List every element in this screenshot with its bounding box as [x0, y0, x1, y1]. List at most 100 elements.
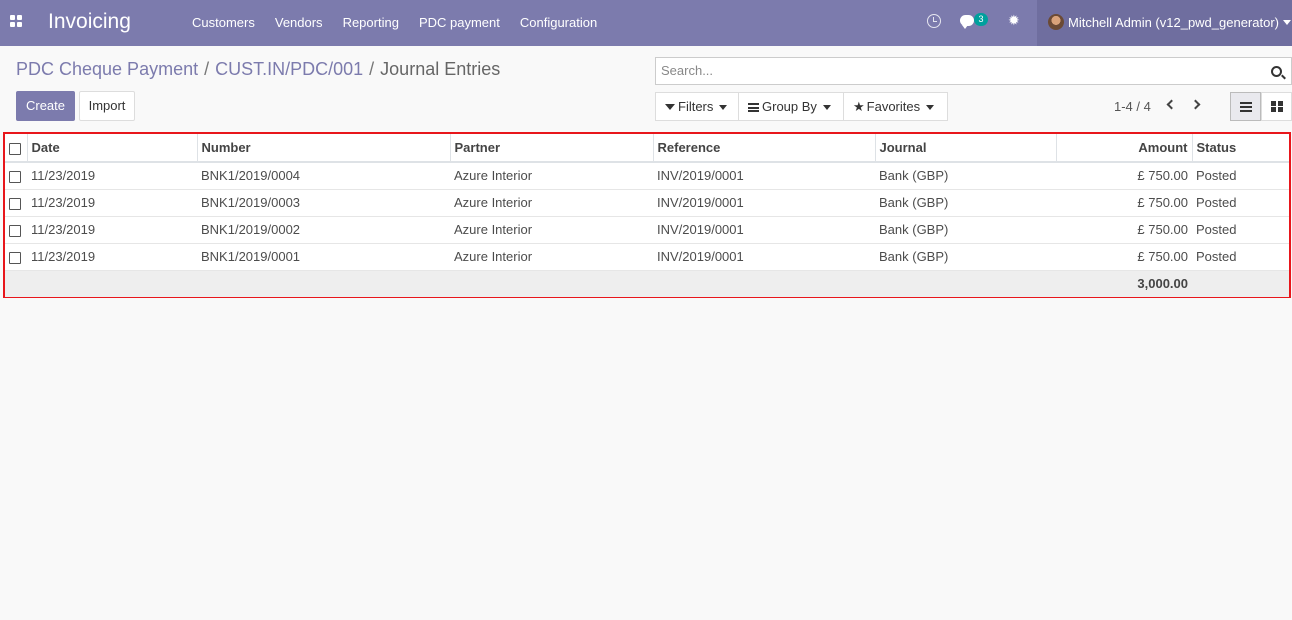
debug-bug-icon[interactable]: ✹ — [1008, 12, 1020, 29]
favorites-button[interactable]: ★ Favorites — [843, 92, 948, 121]
menu-item-pdc-payment[interactable]: PDC payment — [419, 15, 500, 30]
column-header-amount[interactable]: Amount — [1055, 134, 1192, 163]
row-checkbox[interactable] — [9, 170, 21, 183]
star-icon: ★ — [853, 99, 865, 114]
cell-status: Posted — [1192, 243, 1289, 271]
user-name: Mitchell Admin (v12_pwd_generator) — [1068, 15, 1279, 30]
main-menu: Customers Vendors Reporting PDC payment … — [192, 15, 617, 30]
cell-status: Posted — [1192, 216, 1289, 244]
kanban-view-button[interactable] — [1261, 92, 1292, 121]
cell-journal: Bank (GBP) — [875, 162, 1056, 190]
search-icon[interactable] — [1271, 66, 1282, 77]
caret-down-icon — [719, 105, 728, 111]
row-select-cell[interactable] — [5, 243, 27, 271]
select-all-cell[interactable] — [5, 134, 27, 163]
menu-item-reporting[interactable]: Reporting — [343, 15, 399, 30]
cell-reference: INV/2019/0001 — [653, 216, 875, 244]
menu-item-configuration[interactable]: Configuration — [520, 15, 597, 30]
journal-entries-table: Date Number Partner Reference Journal Am… — [5, 134, 1289, 297]
cell-reference: INV/2019/0001 — [653, 162, 875, 190]
breadcrumb-pdc-record[interactable]: CUST.IN/PDC/001 — [215, 59, 363, 80]
cell-reference: INV/2019/0001 — [653, 189, 875, 217]
pager-previous-icon[interactable] — [1166, 99, 1177, 110]
menu-item-customers[interactable]: Customers — [192, 15, 255, 30]
column-header-reference[interactable]: Reference — [652, 134, 875, 163]
cell-partner: Azure Interior — [450, 162, 653, 190]
breadcrumb-pdc-cheque-payment[interactable]: PDC Cheque Payment — [16, 59, 198, 80]
cell-number: BNK1/2019/0003 — [197, 189, 450, 217]
import-button[interactable]: Import — [79, 91, 135, 121]
cell-partner: Azure Interior — [450, 243, 653, 271]
cell-reference: INV/2019/0001 — [653, 243, 875, 271]
total-amount: 3,000.00 — [1056, 270, 1192, 297]
table-row[interactable]: 11/23/2019 BNK1/2019/0002 Azure Interior… — [5, 216, 1289, 244]
cell-partner: Azure Interior — [450, 216, 653, 244]
cell-amount: £ 750.00 — [1056, 216, 1192, 244]
kanban-view-icon — [1271, 101, 1283, 112]
column-header-journal[interactable]: Journal — [874, 134, 1056, 163]
cell-number: BNK1/2019/0001 — [197, 243, 450, 271]
pager-value[interactable]: 1-4 / 4 — [1114, 99, 1151, 114]
favorites-label: Favorites — [866, 99, 921, 114]
breadcrumb-separator: / — [369, 59, 375, 79]
messages-chat-icon[interactable] — [960, 15, 974, 29]
group-by-button[interactable]: Group By — [738, 92, 844, 121]
page-title: Journal Entries — [380, 59, 501, 79]
caret-down-icon — [822, 105, 831, 111]
cell-status: Posted — [1192, 189, 1289, 217]
cell-journal: Bank (GBP) — [875, 216, 1056, 244]
cell-status: Posted — [1192, 162, 1289, 190]
cell-journal: Bank (GBP) — [875, 243, 1056, 271]
app-title[interactable]: Invoicing — [48, 10, 131, 34]
table-header-row: Date Number Partner Reference Journal Am… — [5, 134, 1289, 163]
chevron-down-icon — [1283, 20, 1291, 25]
row-select-cell[interactable] — [5, 216, 27, 244]
table-footer-row: 3,000.00 — [5, 270, 1289, 297]
cell-amount: £ 750.00 — [1056, 162, 1192, 190]
list-view-button[interactable] — [1230, 92, 1261, 121]
user-menu[interactable]: Mitchell Admin (v12_pwd_generator) — [1037, 0, 1292, 46]
row-select-cell[interactable] — [5, 189, 27, 217]
breadcrumb-separator: / — [204, 59, 210, 79]
pager-next-icon[interactable] — [1190, 99, 1201, 110]
filter-icon — [665, 104, 675, 110]
table-row[interactable]: 11/23/2019 BNK1/2019/0004 Azure Interior… — [5, 162, 1289, 190]
cell-number: BNK1/2019/0002 — [197, 216, 450, 244]
filters-label: Filters — [678, 99, 714, 114]
row-checkbox[interactable] — [9, 224, 21, 237]
search-input[interactable] — [661, 63, 1251, 78]
select-all-checkbox[interactable] — [9, 142, 21, 155]
cell-date: 11/23/2019 — [27, 189, 197, 217]
caret-down-icon — [926, 105, 935, 111]
column-header-status[interactable]: Status — [1191, 134, 1289, 163]
cell-number: BNK1/2019/0004 — [197, 162, 450, 190]
cell-date: 11/23/2019 — [27, 216, 197, 244]
cell-date: 11/23/2019 — [27, 162, 197, 190]
table-row[interactable]: 11/23/2019 BNK1/2019/0001 Azure Interior… — [5, 243, 1289, 271]
column-header-date[interactable]: Date — [26, 134, 197, 163]
messages-count-badge: 3 — [974, 13, 988, 26]
group-by-icon — [748, 103, 759, 112]
row-checkbox[interactable] — [9, 251, 21, 264]
table-row[interactable]: 11/23/2019 BNK1/2019/0003 Azure Interior… — [5, 189, 1289, 217]
row-select-cell[interactable] — [5, 162, 27, 190]
search-bar — [655, 57, 1292, 85]
cell-amount: £ 750.00 — [1056, 243, 1192, 271]
menu-item-vendors[interactable]: Vendors — [275, 15, 323, 30]
cell-journal: Bank (GBP) — [875, 189, 1056, 217]
create-button[interactable]: Create — [16, 91, 75, 121]
apps-menu-icon[interactable] — [10, 15, 22, 27]
cell-date: 11/23/2019 — [27, 243, 197, 271]
column-header-number[interactable]: Number — [196, 134, 450, 163]
column-header-partner[interactable]: Partner — [449, 134, 653, 163]
cell-amount: £ 750.00 — [1056, 189, 1192, 217]
filters-button[interactable]: Filters — [655, 92, 739, 121]
top-navbar: Invoicing Customers Vendors Reporting PD… — [0, 0, 1292, 46]
journal-entries-list: Date Number Partner Reference Journal Am… — [3, 132, 1291, 298]
breadcrumb: PDC Cheque Payment / CUST.IN/PDC/001 / J… — [16, 59, 500, 80]
row-checkbox[interactable] — [9, 197, 21, 210]
activity-clock-icon[interactable] — [927, 14, 941, 28]
group-by-label: Group By — [762, 99, 817, 114]
list-view-icon — [1240, 102, 1252, 112]
cell-partner: Azure Interior — [450, 189, 653, 217]
